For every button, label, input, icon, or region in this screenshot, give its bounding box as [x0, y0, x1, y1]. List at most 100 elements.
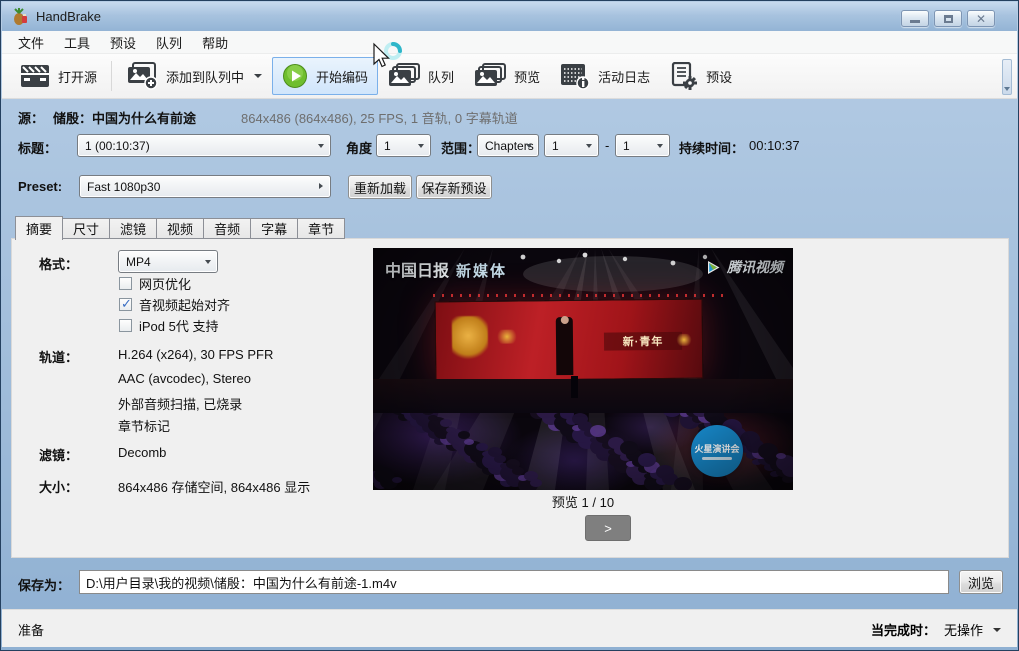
minimize-button[interactable] — [901, 10, 929, 27]
presets-button[interactable]: 预设 — [660, 56, 742, 96]
tab-summary[interactable]: 摘要 — [15, 216, 63, 240]
title-label: 标题： — [18, 138, 57, 157]
gold-mark-right — [676, 334, 692, 346]
checkbox-ipod-label: iPod 5代 支持 — [139, 316, 218, 335]
preset-select[interactable]: Fast 1080p30 — [79, 175, 331, 198]
size-label: 大小： — [39, 477, 78, 496]
tab-subtitles[interactable]: 字幕 — [251, 218, 298, 239]
toolbar-overflow-handle[interactable] — [1002, 59, 1012, 95]
toolbar: 打开源 添加到队列中 开始编码 — [2, 54, 1017, 99]
chevron-down-icon — [993, 628, 1001, 632]
checkbox-row-ipod[interactable]: iPod 5代 支持 — [119, 317, 218, 333]
duration-value: 00:10:37 — [749, 138, 800, 153]
menubar: 文件 工具 预设 队列 帮助 — [2, 31, 1017, 54]
track-video: H.264 (x264), 30 FPS PFR — [118, 347, 273, 362]
menu-item-file[interactable]: 文件 — [8, 30, 54, 55]
speaker-silhouette — [556, 317, 574, 375]
when-done-value: 无操作 — [944, 620, 983, 639]
maximize-button[interactable] — [934, 10, 962, 27]
open-source-label: 打开源 — [58, 67, 97, 86]
mars-talk-subline — [702, 457, 732, 460]
tab-filters[interactable]: 滤镜 — [110, 218, 157, 239]
queue-button[interactable]: 队列 — [378, 57, 464, 95]
chapter-end-value: 1 — [623, 139, 630, 153]
checkbox-av-align-label: 音视频起始对齐 — [139, 295, 230, 314]
menu-item-presets[interactable]: 预设 — [100, 30, 146, 55]
chevron-down-icon — [526, 144, 532, 148]
save-new-preset-button[interactable]: 保存新预设 — [416, 175, 492, 199]
status-ready-text: 准备 — [18, 620, 44, 639]
format-label: 格式： — [39, 254, 78, 273]
minimize-icon — [910, 20, 920, 23]
chapter-start-value: 1 — [552, 139, 559, 153]
chevron-down-icon — [205, 260, 211, 264]
source-label: 源： — [18, 108, 44, 127]
when-done-control[interactable]: 当完成时： 无操作 — [871, 620, 1001, 639]
tab-audio[interactable]: 音频 — [204, 218, 251, 239]
menu-item-help[interactable]: 帮助 — [192, 30, 238, 55]
preset-select-value: Fast 1080p30 — [87, 180, 160, 194]
checkbox-web-optimized-label: 网页优化 — [139, 274, 191, 293]
angle-select[interactable]: 1 — [376, 134, 431, 157]
preview-label: 预览 — [514, 67, 540, 86]
statusbar: 准备 当完成时： 无操作 — [2, 609, 1017, 647]
next-preview-button[interactable]: > — [585, 515, 631, 541]
gold-emblem — [452, 316, 488, 360]
stage-floor — [373, 379, 793, 413]
chevron-down-icon — [586, 144, 592, 148]
checkbox-web-optimized[interactable] — [119, 277, 132, 290]
mars-talk-logo: 火星演讲会 — [691, 425, 743, 477]
menu-item-tools[interactable]: 工具 — [54, 30, 100, 55]
checkbox-ipod[interactable] — [119, 319, 132, 332]
format-select[interactable]: MP4 — [118, 250, 218, 273]
screen-title-band: 新·青年 — [604, 332, 682, 351]
preview-image: 新·青年 中国日报 新媒体 腾讯视频 火星演讲会 — [373, 248, 793, 490]
handbrake-window: HandBrake ✕ 文件 工具 预设 队列 帮助 打开源 — [0, 0, 1019, 651]
checkbox-row-web-optimized[interactable]: 网页优化 — [119, 275, 191, 291]
close-button[interactable]: ✕ — [967, 10, 995, 27]
titlebar[interactable]: HandBrake ✕ — [2, 2, 1017, 31]
browse-button[interactable]: 浏览 — [959, 570, 1003, 594]
next-preview-label: > — [604, 521, 612, 536]
checkbox-row-av-align[interactable]: 音视频起始对齐 — [119, 296, 230, 312]
tab-chapters[interactable]: 章节 — [298, 218, 345, 239]
tab-bar: 摘要 尺寸 滤镜 视频 音频 字幕 章节 — [15, 215, 345, 239]
chapter-range-dash: - — [605, 138, 609, 153]
activity-log-label: 活动日志 — [598, 67, 650, 86]
presets-label: 预设 — [706, 67, 732, 86]
preview-button[interactable]: 预览 — [464, 57, 550, 95]
watermark-china-daily: 中国日报 新媒体 — [385, 257, 507, 281]
start-encode-button[interactable]: 开始编码 — [272, 57, 378, 95]
activity-log-button[interactable]: 活动日志 — [550, 56, 660, 96]
browse-label: 浏览 — [968, 573, 994, 592]
tracks-label: 轨道： — [39, 347, 78, 366]
open-source-button[interactable]: 打开源 — [10, 57, 107, 95]
track-audio: AAC (avcodec), Stereo — [118, 371, 251, 386]
chapter-end-select[interactable]: 1 — [615, 134, 670, 157]
maximize-icon — [944, 15, 953, 23]
track-subtitle: 外部音频扫描, 已烧录 — [118, 394, 242, 413]
add-to-queue-button[interactable]: 添加到队列中 — [116, 56, 272, 96]
preset-label: Preset: — [18, 179, 62, 194]
chevron-right-icon — [319, 183, 323, 189]
save-path-input[interactable] — [79, 570, 949, 594]
angle-select-value: 1 — [384, 139, 391, 153]
clapperboard-icon — [20, 63, 50, 89]
menu-item-queue[interactable]: 队列 — [146, 30, 192, 55]
range-type-select[interactable]: Chapters — [477, 134, 539, 157]
add-to-queue-label: 添加到队列中 — [166, 67, 244, 86]
tab-dimensions[interactable]: 尺寸 — [63, 218, 110, 239]
preview-caption: 预览 1 / 10 — [373, 492, 793, 511]
chevron-down-icon — [318, 144, 324, 148]
reload-preset-button[interactable]: 重新加载 — [348, 175, 412, 199]
title-select[interactable]: 1 (00:10:37) — [77, 134, 331, 157]
checkbox-av-align[interactable] — [119, 298, 132, 311]
handbrake-app-icon — [11, 8, 29, 26]
save-new-preset-label: 保存新预设 — [421, 178, 486, 197]
chapter-start-select[interactable]: 1 — [544, 134, 599, 157]
track-chapters: 章节标记 — [118, 416, 170, 435]
tab-video[interactable]: 视频 — [157, 218, 204, 239]
source-details: 864x486 (864x486), 25 FPS, 1 音轨, 0 字幕轨道 — [241, 108, 518, 127]
angle-label: 角度 — [346, 138, 372, 157]
gold-mark — [496, 330, 518, 344]
